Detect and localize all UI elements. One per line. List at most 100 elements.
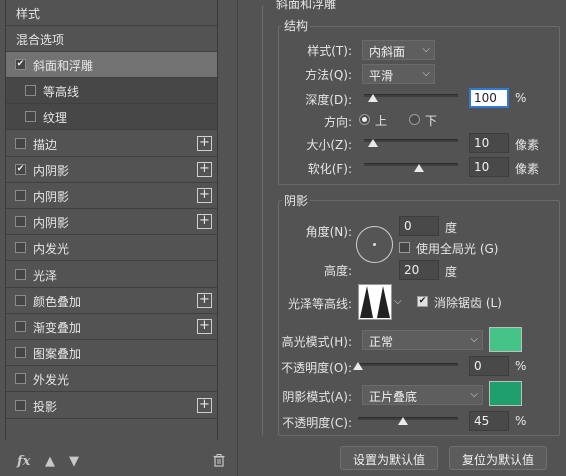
style-item-checkbox[interactable]: [15, 137, 26, 149]
size-input[interactable]: 10: [469, 133, 509, 153]
add-style-icon[interactable]: +: [197, 319, 212, 334]
style-item-checkbox[interactable]: [15, 399, 26, 411]
shadow-mode-label: 阴影模式(A):: [282, 390, 352, 404]
style-item[interactable]: 内阴影 +: [6, 209, 217, 236]
highlight-opacity-track[interactable]: [358, 363, 458, 366]
structure-title: 结构: [282, 17, 311, 34]
style-item[interactable]: 描边 +: [6, 131, 217, 157]
angle-dial[interactable]: [356, 226, 393, 263]
direction-down-radio[interactable]: [409, 114, 420, 125]
shadow-opacity-input[interactable]: 45: [469, 411, 509, 431]
style-item[interactable]: 光泽: [6, 262, 217, 288]
highlight-mode-value: 正常: [369, 335, 394, 349]
highlight-color-swatch[interactable]: [489, 327, 522, 352]
global-light-label: 使用全局光 (G): [416, 242, 499, 256]
highlight-mode-select[interactable]: 正常 ⌵: [362, 330, 483, 350]
add-style-icon[interactable]: +: [197, 135, 212, 151]
add-style-icon[interactable]: +: [197, 214, 212, 230]
antialias-checkbox[interactable]: ✔: [417, 296, 428, 307]
shadow-opacity-label: 不透明度(C):: [282, 416, 352, 430]
depth-input[interactable]: 100: [469, 88, 509, 108]
add-style-icon[interactable]: +: [197, 188, 212, 203]
style-item-label: 图案叠加: [33, 347, 82, 362]
angle-dial-center: [373, 243, 376, 246]
style-label: 样式(T):: [307, 44, 352, 58]
direction-up-radio[interactable]: [359, 114, 370, 125]
styles-bottom-bar: fx ▲ ▼: [5, 452, 225, 476]
panel-divider: [237, 0, 238, 476]
size-unit: 像素: [515, 138, 540, 152]
shadow-opacity-track[interactable]: [358, 417, 458, 420]
fx-icon[interactable]: fx: [17, 454, 30, 469]
method-select-value: 平滑: [369, 69, 394, 83]
style-item[interactable]: ✔ 内阴影 +: [6, 157, 217, 183]
chevron-down-icon: ⌵: [470, 389, 478, 400]
style-item-checkbox[interactable]: [15, 268, 26, 280]
move-down-icon[interactable]: ▼: [69, 454, 79, 469]
styles-panel: 样式 混合选项 ✔ 斜面和浮雕 等高线 纹理 描边 + ✔ 内阴影 + 内阴影 + 内阴影 + 内发光 光泽…: [0, 0, 225, 476]
style-item-checkbox[interactable]: [15, 321, 26, 332]
add-style-icon[interactable]: +: [197, 292, 212, 308]
style-item-label: 内发光: [33, 242, 70, 257]
style-item-checkbox[interactable]: [15, 190, 26, 201]
contour-curve-icon: [360, 286, 390, 318]
direction-down-label: 下: [425, 114, 438, 128]
angle-input[interactable]: 0: [399, 216, 439, 236]
trash-icon[interactable]: [213, 454, 225, 471]
highlight-opacity-input[interactable]: 0: [469, 356, 509, 376]
global-light-checkbox[interactable]: [399, 242, 410, 253]
style-item-label: 纹理: [43, 111, 68, 126]
style-item-checkbox[interactable]: [15, 242, 26, 254]
make-default-button[interactable]: 设置为默认值: [340, 446, 438, 470]
style-item-checkbox[interactable]: [25, 111, 36, 123]
style-item[interactable]: 内发光: [6, 235, 217, 262]
styles-header[interactable]: 样式: [6, 0, 217, 26]
style-item-checkbox[interactable]: [15, 373, 26, 385]
gloss-contour-preview[interactable]: [358, 284, 392, 320]
shadow-mode-select[interactable]: 正片叠底 ⌵: [362, 385, 483, 405]
style-item-checkbox[interactable]: [15, 294, 26, 306]
style-item[interactable]: 图案叠加: [6, 340, 217, 367]
soften-unit: 像素: [515, 162, 540, 176]
depth-slider-thumb[interactable]: [368, 94, 379, 102]
style-item[interactable]: 渐变叠加 +: [6, 314, 217, 340]
soften-input[interactable]: 10: [469, 157, 509, 177]
reset-default-button[interactable]: 复位为默认值: [449, 446, 547, 470]
style-item[interactable]: ✔ 斜面和浮雕: [6, 52, 217, 78]
style-item-label: 描边: [33, 137, 58, 152]
direction-label: 方向:: [323, 115, 352, 129]
altitude-input[interactable]: 20: [399, 260, 439, 280]
style-item-checkbox[interactable]: [15, 216, 26, 228]
style-item[interactable]: 颜色叠加 +: [6, 288, 217, 314]
depth-label: 深度(D):: [305, 93, 352, 107]
add-style-icon[interactable]: +: [197, 161, 212, 177]
style-item[interactable]: 纹理: [6, 104, 217, 131]
depth-unit: %: [515, 91, 527, 105]
move-up-icon[interactable]: ▲: [45, 454, 55, 469]
style-item-checkbox[interactable]: ✔: [15, 163, 26, 175]
direction-up-label: 上: [375, 114, 388, 128]
add-style-icon[interactable]: +: [197, 397, 212, 413]
size-slider-thumb[interactable]: [368, 139, 379, 147]
style-item[interactable]: 投影 +: [6, 393, 217, 419]
method-select[interactable]: 平滑 ⌵: [362, 64, 435, 84]
style-item-checkbox[interactable]: [25, 85, 36, 97]
chevron-down-icon: ⌵: [422, 68, 430, 79]
style-select[interactable]: 内斜面 ⌵: [362, 40, 435, 60]
altitude-label: 高度:: [323, 264, 352, 278]
style-item-checkbox[interactable]: [15, 347, 26, 359]
shading-title: 阴影: [282, 192, 311, 209]
soften-slider-track[interactable]: [364, 163, 458, 166]
shadow-color-swatch[interactable]: [489, 381, 522, 406]
style-item-label: 外发光: [33, 373, 70, 388]
style-item[interactable]: 外发光: [6, 366, 217, 393]
styles-header-label: 样式: [16, 7, 41, 21]
blend-options-item[interactable]: 混合选项: [6, 26, 217, 52]
style-item-checkbox[interactable]: ✔: [15, 59, 26, 70]
style-item[interactable]: 内阴影 +: [6, 183, 217, 209]
soften-slider-thumb[interactable]: [413, 164, 424, 172]
shadow-opacity-thumb[interactable]: [398, 417, 408, 425]
style-item[interactable]: 等高线: [6, 78, 217, 105]
gloss-contour-chevron-icon[interactable]: ⌵: [394, 296, 402, 307]
highlight-opacity-thumb[interactable]: [353, 362, 363, 370]
